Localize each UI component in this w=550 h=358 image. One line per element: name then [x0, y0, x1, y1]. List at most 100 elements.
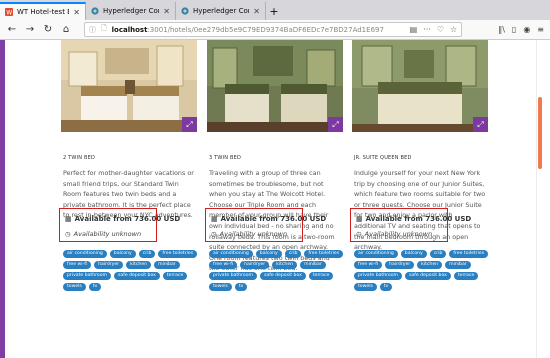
- hyperledger-favicon-icon: [181, 7, 189, 15]
- url-path: :3001/hotels/0ee279db5e9C79ED9374BaDF6ED…: [147, 25, 384, 34]
- amenity-tag: air conditioning: [354, 250, 398, 258]
- amenity-tag: balcony: [400, 250, 427, 258]
- amenity-tag: tv: [88, 283, 102, 291]
- amenity-tag: private bathroom: [63, 272, 112, 280]
- clock-icon: ◷: [65, 230, 71, 238]
- amenity-tag: free wi-fi: [354, 261, 383, 269]
- amenity-tag: kitchen: [417, 261, 443, 269]
- scrollbar[interactable]: [536, 40, 550, 358]
- amenity-tag: hairdryer: [94, 261, 124, 269]
- amenity-tag: air conditioning: [63, 250, 107, 258]
- tab-wt-hotel-explorer[interactable]: W WT Hotel-test Explorer ✕: [0, 2, 86, 20]
- tab-label: WT Hotel-test Explorer: [17, 8, 69, 16]
- expand-icon[interactable]: ⤢: [182, 117, 197, 132]
- new-tab-button[interactable]: +: [266, 2, 282, 20]
- amenity-tag: towels: [354, 283, 377, 291]
- room-title: 3 twin bed: [209, 155, 242, 161]
- amenity-tags: air conditioning balcony crib free toile…: [209, 250, 347, 291]
- navigation-bar: ← → ↻ ⌂ ⓘ 🗋 localhost:3001/hotels/0ee279…: [0, 20, 550, 40]
- room-card: ⤢ 3 twin bed Traveling with a group of t…: [205, 40, 344, 358]
- tab-label: Hyperledger Composer: [103, 7, 159, 15]
- room-photo[interactable]: ⤢: [207, 40, 343, 132]
- tab-hyperledger-composer-2[interactable]: Hyperledger Composer ✕: [176, 2, 266, 20]
- url-actions: ▤ ··· ♡ ☆: [410, 25, 458, 34]
- expand-icon[interactable]: ⤢: [473, 117, 488, 132]
- amenity-tag: free toiletries: [449, 250, 489, 258]
- home-icon[interactable]: ⌂: [60, 24, 72, 35]
- amenity-tag: kitchen: [272, 261, 298, 269]
- amenity-tag: hairdryer: [240, 261, 270, 269]
- page-icon: 🗋: [101, 24, 107, 32]
- room-title: 2 twin bed: [63, 155, 96, 161]
- amenity-tag: balcony: [109, 250, 136, 258]
- expand-icon[interactable]: ⤢: [328, 117, 343, 132]
- room-card: ⤢ 2 twin bed Perfect for mother-daughter…: [59, 40, 198, 358]
- room-photo[interactable]: ⤢: [61, 40, 197, 132]
- amenity-tag: safe deposit box: [114, 272, 160, 280]
- amenity-tags: air conditioning balcony crib free toile…: [63, 250, 201, 291]
- pocket-icon[interactable]: ♡: [437, 25, 444, 34]
- amenity-tag: crib: [429, 250, 447, 258]
- url-bar[interactable]: ⓘ 🗋 localhost:3001/hotels/0ee279db5e9C79…: [84, 22, 463, 37]
- close-tab-icon[interactable]: ✕: [253, 7, 260, 16]
- room-card: ⤢ Jr. suite queen bed Indulge yourself f…: [350, 40, 489, 358]
- amenity-tag: crib: [138, 250, 156, 258]
- price-label: Available from 736.00 USD: [74, 215, 181, 223]
- menu-icon[interactable]: ≡: [537, 25, 544, 34]
- amenity-tag: air conditioning: [209, 250, 253, 258]
- info-icon[interactable]: ⓘ: [89, 25, 96, 35]
- availability-box: ▦ Available from 736.00 USD ◷ Availability…: [350, 208, 471, 242]
- amenity-tags: air conditioning balcony crib free toile…: [354, 250, 492, 291]
- amenity-tag: terrace: [308, 272, 334, 280]
- availability-box: ▦ Available from 736.00 USD ◷ Availability…: [205, 208, 326, 242]
- availability-label: Availability unknown: [219, 230, 288, 238]
- tab-label: Hyperledger Composer: [193, 7, 249, 15]
- sidebar-icon[interactable]: ▯: [512, 25, 516, 34]
- amenity-tag: kitchen: [126, 261, 152, 269]
- url-text: localhost:3001/hotels/0ee279db5e9C79ED93…: [112, 26, 405, 34]
- tab-bar: W WT Hotel-test Explorer ✕ Hyperledger C…: [0, 0, 550, 20]
- wt-favicon-icon: W: [5, 8, 13, 16]
- amenity-tag: free toiletries: [158, 250, 198, 258]
- amenity-tag: minibar: [154, 261, 180, 269]
- url-host: localhost: [111, 25, 148, 34]
- amenity-tag: free toiletries: [304, 250, 344, 258]
- availability-box: ▦ Available from 736.00 USD ◷ Availability…: [59, 208, 180, 242]
- amenity-tag: hairdryer: [385, 261, 415, 269]
- close-tab-icon[interactable]: ✕: [163, 7, 170, 16]
- calendar-icon: ▦: [211, 215, 218, 223]
- bookmark-star-icon[interactable]: ☆: [450, 25, 457, 34]
- close-tab-icon[interactable]: ✕: [73, 8, 80, 17]
- back-icon[interactable]: ←: [6, 24, 18, 35]
- hyperledger-favicon-icon: [91, 7, 99, 15]
- reload-icon[interactable]: ↻: [42, 24, 54, 35]
- amenity-tag: minibar: [445, 261, 471, 269]
- amenity-tag: safe deposit box: [405, 272, 451, 280]
- amenity-tag: towels: [63, 283, 86, 291]
- page-left-edge: [0, 40, 5, 358]
- availability-label: Availability unknown: [73, 230, 142, 238]
- price-label: Available from 736.00 USD: [220, 215, 327, 223]
- page-actions-icon[interactable]: ···: [423, 25, 431, 34]
- room-photo[interactable]: ⤢: [352, 40, 488, 132]
- clock-icon: ◷: [211, 230, 217, 238]
- clock-icon: ◷: [356, 230, 362, 238]
- reader-view-icon[interactable]: ▤: [410, 25, 418, 34]
- amenity-tag: balcony: [255, 250, 282, 258]
- library-icon[interactable]: ‖\: [498, 25, 505, 34]
- amenity-tag: safe deposit box: [260, 272, 306, 280]
- amenity-tag: private bathroom: [354, 272, 403, 280]
- amenity-tag: free wi-fi: [63, 261, 92, 269]
- amenity-tag: terrace: [162, 272, 188, 280]
- amenity-tag: tv: [379, 283, 393, 291]
- page-content: ⤢ 2 twin bed Perfect for mother-daughter…: [0, 40, 550, 358]
- amenity-tag: private bathroom: [209, 272, 258, 280]
- amenity-tag: free wi-fi: [209, 261, 238, 269]
- scrollbar-thumb[interactable]: [538, 97, 542, 169]
- price-label: Available from 736.00 USD: [365, 215, 472, 223]
- calendar-icon: ▦: [65, 215, 72, 223]
- extension-icon[interactable]: ◉: [523, 25, 530, 34]
- tab-hyperledger-composer-1[interactable]: Hyperledger Composer ✕: [86, 2, 176, 20]
- availability-label: Availability unknown: [364, 230, 433, 238]
- forward-icon[interactable]: →: [24, 24, 36, 35]
